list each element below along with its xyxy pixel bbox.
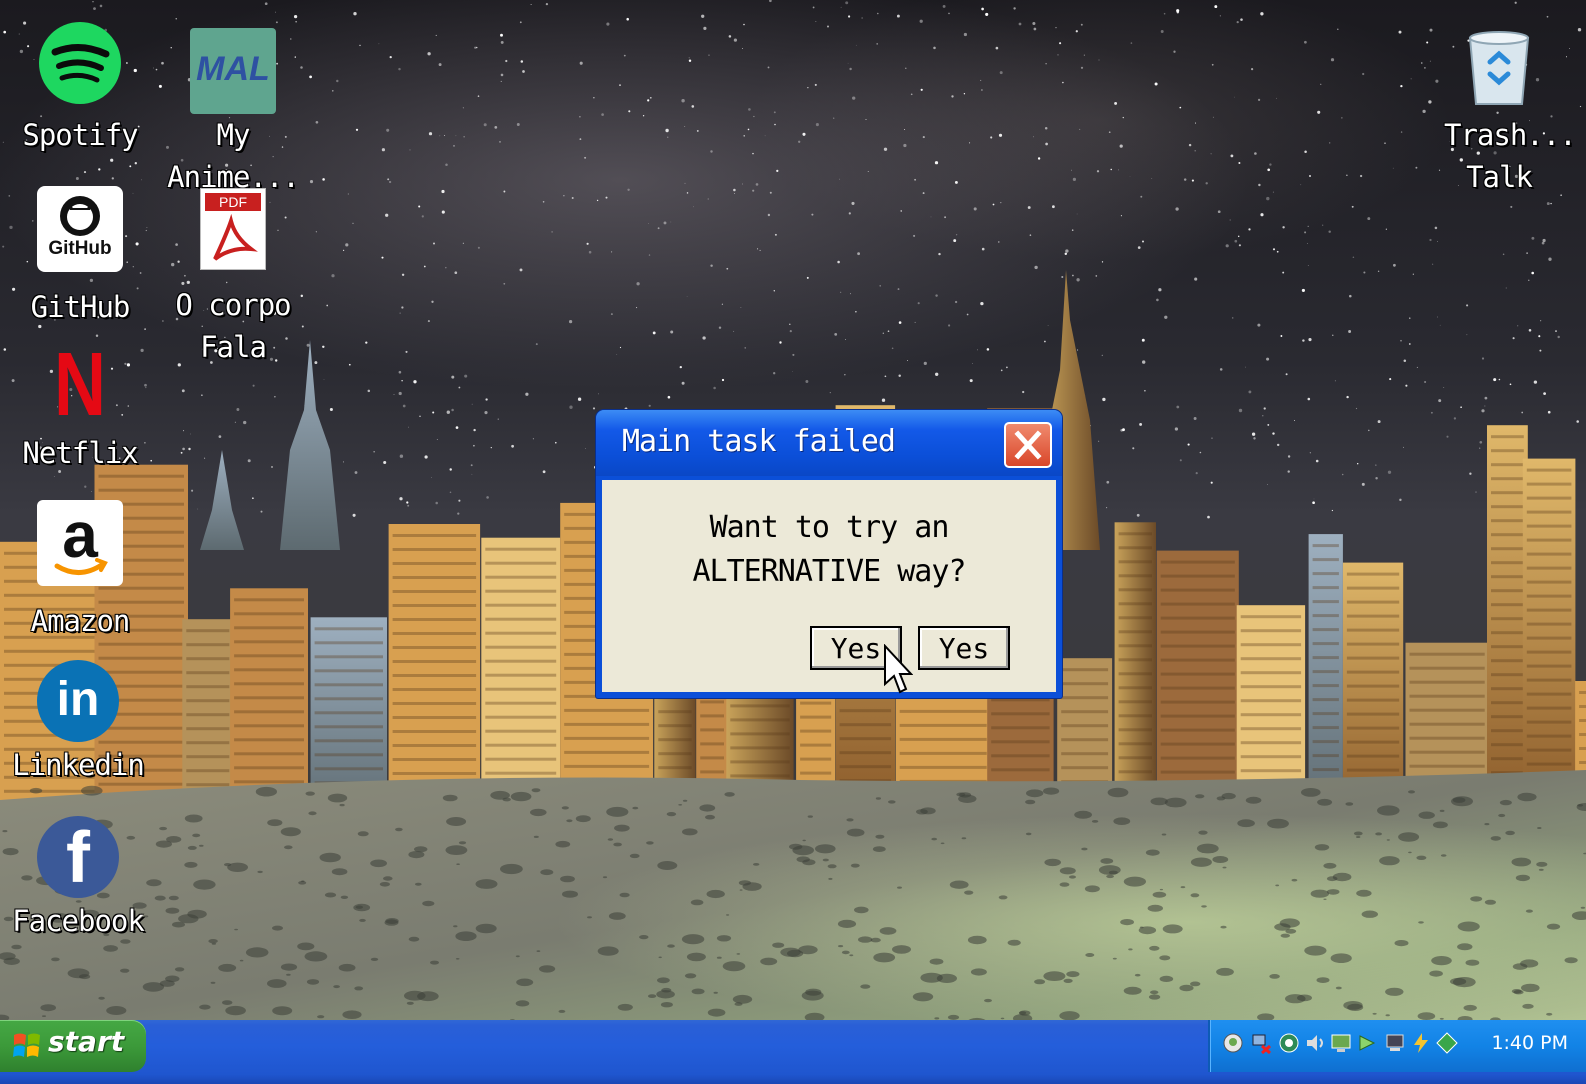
close-button[interactable] [1004,422,1052,468]
tray-messenger-icon[interactable] [1222,1032,1244,1054]
system-tray: 1:40 PM [1208,1020,1586,1072]
netflix-icon: N [54,335,106,435]
tray-security-icon[interactable] [1278,1032,1300,1054]
windows-logo-icon [13,1033,40,1057]
desktop-icon-label: Netflix [22,436,138,470]
error-dialog: Main task failed Want to try an ALTERNAT… [596,410,1062,698]
tray-display-icon[interactable] [1330,1032,1352,1054]
mouse-pointer-icon [884,644,913,694]
desktop-icon-label: Linkedin [12,748,145,782]
start-label: start [48,1025,125,1058]
clock[interactable]: 1:40 PM [1491,1032,1568,1054]
taskbar: start 1:40 PM [0,1020,1586,1084]
tray-update-icon[interactable] [1356,1032,1378,1054]
moon-surface-background [0,760,1586,1030]
linkedin-icon: in [35,658,121,744]
desktop-icon-label: My Anime... [167,118,300,194]
desktop-icon-linkedin[interactable]: in Linkedin [3,658,153,786]
tray-power-icon[interactable] [1410,1032,1432,1054]
spotify-icon [37,20,123,106]
tray-computer-icon[interactable] [1384,1032,1406,1054]
dialog-title: Main task failed [622,424,896,459]
dialog-body: Want to try an ALTERNATIVE way? Yes Yes [602,480,1056,692]
desktop-icon-myanimelist[interactable]: MAL My Anime... [158,28,308,198]
amazon-icon: a [37,500,123,586]
close-icon [1014,430,1042,460]
desktop-icon-label: GitHub [30,290,131,324]
desktop-icon-label: O corpo Fala [175,288,291,364]
tray-antivirus-icon[interactable] [1436,1032,1458,1054]
recycle-bin-icon [1456,26,1542,112]
desktop-icon-netflix[interactable]: N Netflix [5,335,155,474]
desktop-icon-spotify[interactable]: Spotify [5,20,155,156]
tray-network-icon[interactable] [1250,1032,1272,1055]
desktop: Spotify MAL My Anime... GitHub GitHub PD… [0,0,1586,1030]
dialog-titlebar[interactable]: Main task failed [596,410,1062,476]
mal-icon: MAL [190,28,276,114]
desktop-icon-label: Trash... Talk [1444,118,1577,194]
pdf-icon: PDF [200,188,266,270]
yes-button-2[interactable]: Yes [918,626,1010,670]
desktop-icon-amazon[interactable]: a Amazon [5,500,155,642]
desktop-icon-recycle-bin[interactable]: Trash... Talk [1424,26,1577,198]
facebook-icon: f [35,814,121,900]
dialog-message: Want to try an ALTERNATIVE way? [692,510,967,589]
desktop-icon-github[interactable]: GitHub GitHub [5,186,155,328]
desktop-icon-facebook[interactable]: f Facebook [3,814,153,942]
desktop-icon-label: Facebook [12,904,145,938]
start-button[interactable]: start [0,1020,146,1072]
tray-volume-icon[interactable] [1304,1032,1326,1054]
desktop-icon-label: Amazon [30,604,131,638]
desktop-icon-pdf-document[interactable]: PDF O corpo Fala [158,188,308,368]
desktop-icon-label: Spotify [22,118,138,152]
github-icon: GitHub [37,186,123,272]
